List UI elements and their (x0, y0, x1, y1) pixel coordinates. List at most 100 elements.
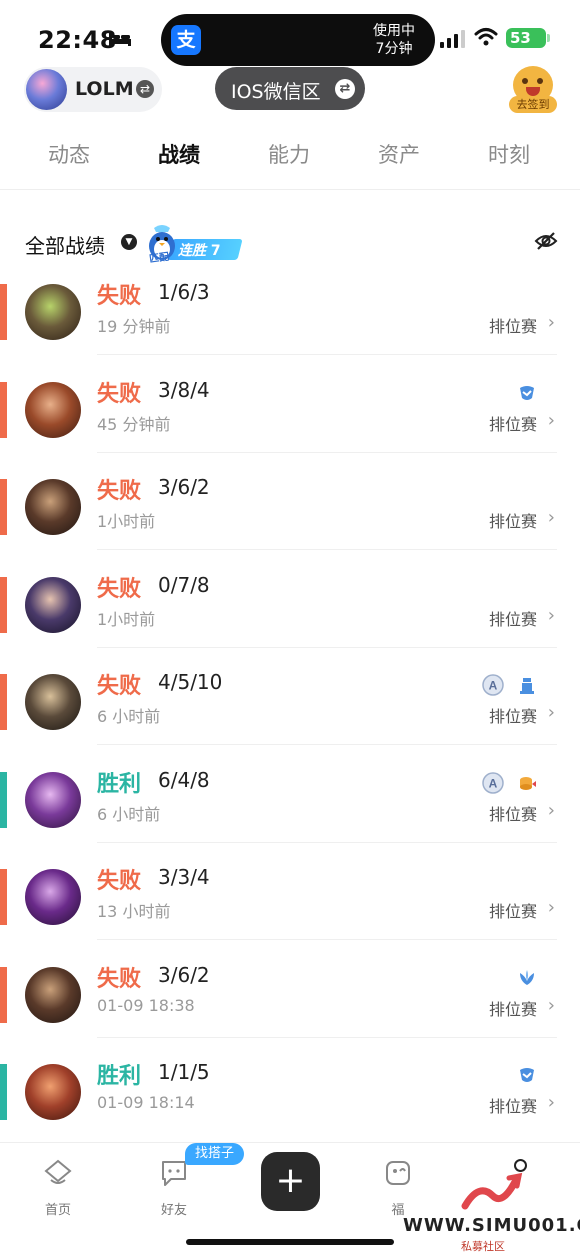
match-kda: 3/8/4 (158, 377, 210, 402)
tab-ability[interactable]: 能力 (249, 139, 329, 169)
match-result: 失败 (97, 381, 142, 407)
chevron-right-icon: › (547, 507, 555, 528)
match-tags (504, 382, 538, 406)
match-mode: 排位赛 (488, 512, 537, 531)
match-time: 45 分钟前 (97, 414, 171, 434)
match-kda: 3/6/2 (158, 475, 210, 499)
sleep-focus-icon (109, 33, 131, 46)
tab-assets[interactable]: 资产 (359, 139, 439, 169)
tab-moments[interactable]: 时刻 (469, 139, 549, 169)
dynamic-island[interactable]: 支 使用中 7分钟 (161, 14, 435, 66)
match-kda: 4/5/10 (158, 670, 223, 694)
match-result: 胜利 (97, 1064, 142, 1089)
watermark-text: WWW.SIMU001.CN (403, 1215, 580, 1236)
shield-icon (516, 1064, 538, 1086)
live-activity-line1: 使用中 (373, 23, 415, 39)
match-row[interactable]: 失败 3/6/2 01-09 18:38 排位赛 › (0, 963, 580, 1047)
match-row[interactable]: 失败 4/5/10 6 小时前 排位赛 › A (0, 670, 580, 754)
match-time: 01-09 18:14 (97, 1093, 195, 1112)
status-bar: 22:48 支 使用中 7分钟 53 (0, 0, 580, 70)
a-rating-icon: A (482, 674, 504, 696)
watermark-logo-icon (461, 1172, 523, 1210)
result-indicator-bar (0, 966, 7, 1023)
match-row[interactable]: 胜利 1/1/5 01-09 18:14 排位赛 › (0, 1060, 580, 1144)
chevron-right-icon: › (547, 702, 555, 723)
result-indicator-bar (0, 381, 7, 438)
match-tags (504, 967, 538, 991)
match-kda: 1/6/3 (158, 280, 210, 304)
tab-dynamics[interactable]: 动态 (29, 139, 109, 169)
champion-avatar (25, 479, 81, 535)
home-indicator[interactable] (186, 1239, 394, 1245)
streak-text: 连胜 7 (178, 243, 221, 259)
match-time: 1小时前 (97, 512, 156, 531)
tab-records[interactable]: 战绩 (139, 139, 219, 169)
match-row[interactable]: 失败 3/8/4 45 分钟前 排位赛 › (0, 378, 580, 462)
lotus-icon (516, 967, 538, 989)
champion-avatar (25, 284, 81, 340)
result-indicator-bar (0, 576, 7, 633)
avatar (26, 69, 67, 110)
switch-account-icon: ⇄ (136, 80, 154, 98)
chevron-right-icon: › (547, 409, 555, 431)
checkin-label: 去签到 (509, 96, 557, 113)
divider (97, 939, 557, 940)
result-indicator-bar (0, 284, 7, 340)
live-activity-text: 使用中 7分钟 (373, 22, 415, 58)
nav-profile-dot-icon[interactable] (514, 1159, 527, 1172)
record-filter-dropdown[interactable]: 全部战绩 (25, 230, 105, 259)
nav-home[interactable]: 首页 (28, 1153, 88, 1218)
tower-icon (516, 674, 538, 696)
match-mode: 排位赛 (488, 414, 537, 434)
divider (97, 841, 557, 843)
match-result: 失败 (97, 869, 142, 894)
match-result: 失败 (97, 966, 142, 992)
add-button[interactable]: + (261, 1152, 320, 1211)
gold-icon (516, 772, 538, 794)
checkin-button[interactable]: 去签到 (509, 66, 557, 114)
match-result: 失败 (97, 284, 142, 309)
home-icon (44, 1159, 72, 1184)
result-indicator-bar (0, 869, 7, 925)
live-activity-line2: 7分钟 (375, 41, 413, 57)
cellular-signal-icon (440, 30, 465, 48)
match-row[interactable]: 失败 3/6/2 1小时前 排位赛 › (0, 475, 580, 559)
chevron-right-icon: › (547, 604, 555, 626)
match-kda: 0/7/8 (158, 572, 210, 597)
champion-avatar (25, 576, 81, 633)
watermark-subtext: 私募社区 (461, 1240, 505, 1253)
match-kda: 1/1/5 (158, 1060, 210, 1084)
chevron-down-icon[interactable]: ▼ (121, 234, 137, 250)
server-switcher[interactable]: IOS微信区 ⇄ (215, 67, 365, 110)
match-time: 6 小时前 (97, 804, 161, 824)
match-mode: 排位赛 (488, 999, 537, 1019)
result-indicator-bar (0, 479, 7, 535)
nav-home-label: 首页 (44, 1203, 71, 1218)
chevron-right-icon: › (547, 312, 555, 333)
match-row[interactable]: 失败 1/6/3 19 分钟前 排位赛 › (0, 280, 580, 364)
alipay-icon: 支 (171, 25, 201, 55)
match-mode: 排位赛 (488, 1097, 537, 1116)
divider (97, 549, 557, 550)
eye-off-icon[interactable] (534, 231, 558, 251)
match-row[interactable]: 胜利 6/4/8 6 小时前 排位赛 › A (0, 768, 580, 852)
match-kda: 3/6/2 (158, 962, 210, 987)
match-time: 1小时前 (97, 609, 156, 629)
match-mode: 排位赛 (488, 902, 537, 921)
champion-avatar (25, 674, 81, 730)
find-partner-badge[interactable]: 找搭子 (185, 1143, 245, 1165)
account-name: LOLM (75, 78, 134, 100)
server-name: IOS微信区 (231, 81, 321, 103)
chevron-right-icon: › (547, 799, 555, 821)
match-tags (504, 1064, 538, 1088)
divider (97, 354, 557, 355)
match-row[interactable]: 失败 3/3/4 13 小时前 排位赛 › (0, 865, 580, 949)
svg-text:A: A (489, 776, 498, 790)
divider (97, 1036, 557, 1038)
nav-friends-label: 好友 (160, 1203, 187, 1218)
shield-icon (516, 382, 538, 404)
champion-avatar (25, 869, 81, 925)
account-switcher[interactable]: LOLM ⇄ (24, 67, 162, 112)
match-row[interactable]: 失败 0/7/8 1小时前 排位赛 › (0, 573, 580, 657)
chevron-right-icon: › (547, 994, 555, 1016)
